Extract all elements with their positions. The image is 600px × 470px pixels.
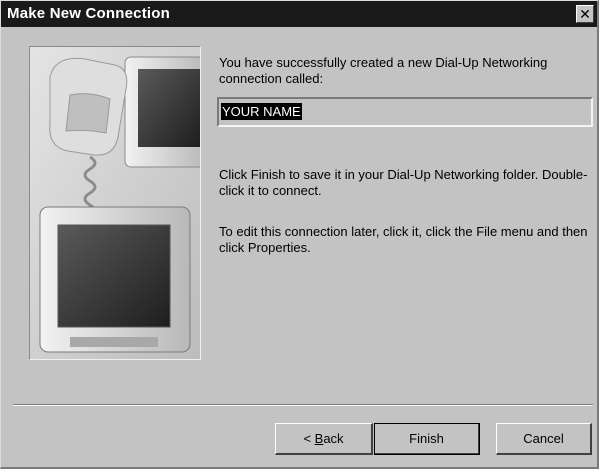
cancel-button-label: Cancel <box>523 431 564 446</box>
computer-phone-illustration <box>29 46 201 360</box>
finish-button[interactable]: Finish <box>374 423 480 455</box>
success-message: You have successfully created a new Dial… <box>219 55 548 86</box>
separator <box>13 404 593 406</box>
back-button-rest: ack <box>323 431 344 446</box>
connection-name-value[interactable]: YOUR NAME <box>221 103 302 120</box>
back-button-prefix: < <box>303 431 315 446</box>
back-button[interactable]: < Back <box>275 423 373 455</box>
cancel-button[interactable]: Cancel <box>496 423 592 455</box>
illustration-art <box>30 47 200 359</box>
window-title: Make New Connection <box>7 5 170 22</box>
edit-instructions: To edit this connection later, click it,… <box>219 224 588 255</box>
finish-button-label: Finish <box>409 431 444 446</box>
finish-instructions: Click Finish to save it in your Dial-Up … <box>219 167 588 198</box>
close-icon: ✕ <box>579 6 591 22</box>
back-button-accel: B <box>314 431 324 446</box>
close-button[interactable]: ✕ <box>576 5 594 23</box>
connection-name-field[interactable]: YOUR NAME <box>217 97 593 127</box>
dialog-window: Make New Connection ✕ You have successfu… <box>0 0 599 469</box>
title-bar[interactable]: Make New Connection ✕ <box>1 1 597 27</box>
